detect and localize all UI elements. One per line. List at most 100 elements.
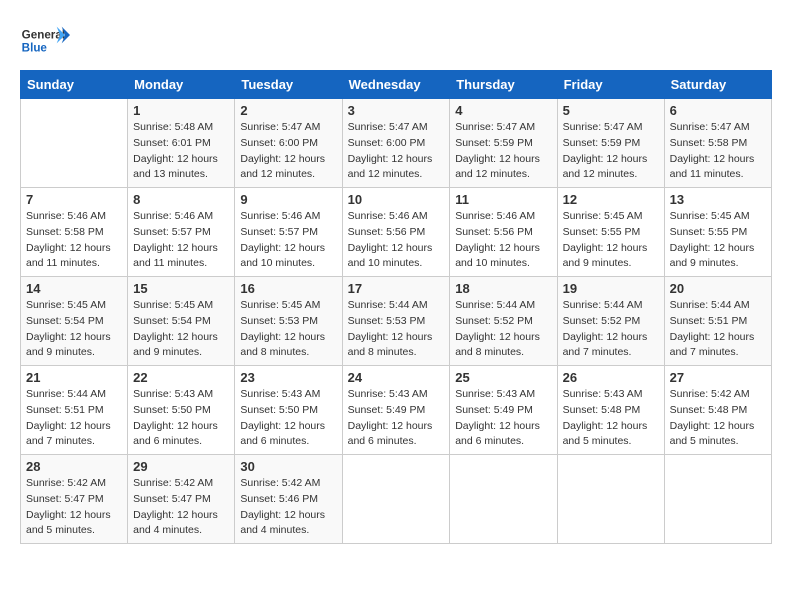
day-number: 7 — [26, 192, 122, 207]
header-cell-wednesday: Wednesday — [342, 71, 450, 99]
day-info: Sunrise: 5:42 AM Sunset: 5:48 PM Dayligh… — [670, 387, 766, 450]
day-number: 3 — [348, 103, 445, 118]
day-info: Sunrise: 5:44 AM Sunset: 5:51 PM Dayligh… — [26, 387, 122, 450]
day-number: 4 — [455, 103, 551, 118]
day-cell: 20Sunrise: 5:44 AM Sunset: 5:51 PM Dayli… — [664, 277, 771, 366]
day-number: 12 — [563, 192, 659, 207]
day-cell: 27 Sunrise: 5:42 AM Sunset: 5:48 PM Dayli… — [664, 366, 771, 455]
day-number: 30 — [240, 459, 336, 474]
calendar-body: 1Sunrise: 5:48 AM Sunset: 6:01 PM Daylig… — [21, 99, 772, 544]
day-info: Sunrise: 5:45 AM Sunset: 5:54 PM Dayligh… — [133, 298, 229, 361]
day-number: 21 — [26, 370, 122, 385]
day-info: Sunrise: 5:46 AM Sunset: 5:57 PM Dayligh… — [240, 209, 336, 272]
header-cell-sunday: Sunday — [21, 71, 128, 99]
day-cell: 28 Sunrise: 5:42 AM Sunset: 5:47 PM Dayli… — [21, 455, 128, 544]
day-cell: 19Sunrise: 5:44 AM Sunset: 5:52 PM Dayli… — [557, 277, 664, 366]
day-info: Sunrise: 5:43 AM Sunset: 5:50 PM Dayligh… — [133, 387, 229, 450]
header-cell-tuesday: Tuesday — [235, 71, 342, 99]
day-number: 28 — [26, 459, 122, 474]
logo: General Blue — [20, 20, 70, 60]
day-cell: 10 Sunrise: 5:46 AM Sunset: 5:56 PM Dayli… — [342, 188, 450, 277]
week-row-4: 21 Sunrise: 5:44 AM Sunset: 5:51 PM Dayli… — [21, 366, 772, 455]
day-info: Sunrise: 5:42 AM Sunset: 5:47 PM Dayligh… — [26, 476, 122, 539]
day-cell: 5 Sunrise: 5:47 AM Sunset: 5:59 PM Daylig… — [557, 99, 664, 188]
day-cell: 23 Sunrise: 5:43 AM Sunset: 5:50 PM Dayli… — [235, 366, 342, 455]
day-cell: 14 Sunrise: 5:45 AM Sunset: 5:54 PM Dayli… — [21, 277, 128, 366]
day-info: Sunrise: 5:45 AM Sunset: 5:55 PM Dayligh… — [670, 209, 766, 272]
header-cell-monday: Monday — [128, 71, 235, 99]
day-info: Sunrise: 5:44 AM Sunset: 5:53 PM Dayligh… — [348, 298, 445, 361]
calendar-header: SundayMondayTuesdayWednesdayThursdayFrid… — [21, 71, 772, 99]
day-number: 11 — [455, 192, 551, 207]
day-info: Sunrise: 5:45 AM Sunset: 5:53 PM Dayligh… — [240, 298, 336, 361]
day-cell — [21, 99, 128, 188]
day-number: 14 — [26, 281, 122, 296]
day-cell: 18 Sunrise: 5:44 AM Sunset: 5:52 PM Dayli… — [450, 277, 557, 366]
day-number: 25 — [455, 370, 551, 385]
day-info: Sunrise: 5:44 AM Sunset: 5:51 PM Dayligh… — [670, 298, 766, 361]
day-info: Sunrise: 5:45 AM Sunset: 5:54 PM Dayligh… — [26, 298, 122, 361]
day-cell: 16 Sunrise: 5:45 AM Sunset: 5:53 PM Dayli… — [235, 277, 342, 366]
logo-icon: General Blue — [20, 20, 70, 60]
day-number: 29 — [133, 459, 229, 474]
day-info: Sunrise: 5:43 AM Sunset: 5:50 PM Dayligh… — [240, 387, 336, 450]
day-cell: 30 Sunrise: 5:42 AM Sunset: 5:46 PM Dayli… — [235, 455, 342, 544]
day-cell: 1Sunrise: 5:48 AM Sunset: 6:01 PM Daylig… — [128, 99, 235, 188]
day-cell: 3 Sunrise: 5:47 AM Sunset: 6:00 PM Daylig… — [342, 99, 450, 188]
day-cell — [557, 455, 664, 544]
day-number: 8 — [133, 192, 229, 207]
day-number: 15 — [133, 281, 229, 296]
day-info: Sunrise: 5:43 AM Sunset: 5:49 PM Dayligh… — [348, 387, 445, 450]
day-cell: 26 Sunrise: 5:43 AM Sunset: 5:48 PM Dayli… — [557, 366, 664, 455]
day-cell: 8 Sunrise: 5:46 AM Sunset: 5:57 PM Daylig… — [128, 188, 235, 277]
day-cell: 12 Sunrise: 5:45 AM Sunset: 5:55 PM Dayli… — [557, 188, 664, 277]
day-cell: 29Sunrise: 5:42 AM Sunset: 5:47 PM Dayli… — [128, 455, 235, 544]
day-cell: 6Sunrise: 5:47 AM Sunset: 5:58 PM Daylig… — [664, 99, 771, 188]
day-number: 27 — [670, 370, 766, 385]
day-cell — [450, 455, 557, 544]
svg-text:Blue: Blue — [22, 42, 48, 55]
day-cell: 11 Sunrise: 5:46 AM Sunset: 5:56 PM Dayli… — [450, 188, 557, 277]
day-info: Sunrise: 5:43 AM Sunset: 5:48 PM Dayligh… — [563, 387, 659, 450]
day-number: 18 — [455, 281, 551, 296]
day-cell: 24Sunrise: 5:43 AM Sunset: 5:49 PM Dayli… — [342, 366, 450, 455]
day-cell: 22 Sunrise: 5:43 AM Sunset: 5:50 PM Dayli… — [128, 366, 235, 455]
header-cell-saturday: Saturday — [664, 71, 771, 99]
day-info: Sunrise: 5:43 AM Sunset: 5:49 PM Dayligh… — [455, 387, 551, 450]
day-info: Sunrise: 5:46 AM Sunset: 5:58 PM Dayligh… — [26, 209, 122, 272]
week-row-3: 14 Sunrise: 5:45 AM Sunset: 5:54 PM Dayli… — [21, 277, 772, 366]
day-number: 9 — [240, 192, 336, 207]
day-number: 2 — [240, 103, 336, 118]
day-number: 19 — [563, 281, 659, 296]
day-number: 13 — [670, 192, 766, 207]
day-info: Sunrise: 5:45 AM Sunset: 5:55 PM Dayligh… — [563, 209, 659, 272]
day-number: 10 — [348, 192, 445, 207]
day-cell: 25 Sunrise: 5:43 AM Sunset: 5:49 PM Dayli… — [450, 366, 557, 455]
day-cell: 21 Sunrise: 5:44 AM Sunset: 5:51 PM Dayli… — [21, 366, 128, 455]
day-info: Sunrise: 5:42 AM Sunset: 5:46 PM Dayligh… — [240, 476, 336, 539]
day-info: Sunrise: 5:46 AM Sunset: 5:57 PM Dayligh… — [133, 209, 229, 272]
day-cell — [342, 455, 450, 544]
day-info: Sunrise: 5:46 AM Sunset: 5:56 PM Dayligh… — [455, 209, 551, 272]
day-info: Sunrise: 5:47 AM Sunset: 5:59 PM Dayligh… — [563, 120, 659, 183]
day-cell: 2 Sunrise: 5:47 AM Sunset: 6:00 PM Daylig… — [235, 99, 342, 188]
week-row-1: 1Sunrise: 5:48 AM Sunset: 6:01 PM Daylig… — [21, 99, 772, 188]
day-number: 16 — [240, 281, 336, 296]
day-info: Sunrise: 5:47 AM Sunset: 6:00 PM Dayligh… — [348, 120, 445, 183]
day-info: Sunrise: 5:46 AM Sunset: 5:56 PM Dayligh… — [348, 209, 445, 272]
day-cell: 9 Sunrise: 5:46 AM Sunset: 5:57 PM Daylig… — [235, 188, 342, 277]
day-number: 23 — [240, 370, 336, 385]
day-number: 5 — [563, 103, 659, 118]
page-header: General Blue — [20, 20, 772, 60]
header-row: SundayMondayTuesdayWednesdayThursdayFrid… — [21, 71, 772, 99]
calendar-table: SundayMondayTuesdayWednesdayThursdayFrid… — [20, 70, 772, 544]
day-info: Sunrise: 5:47 AM Sunset: 5:59 PM Dayligh… — [455, 120, 551, 183]
week-row-2: 7 Sunrise: 5:46 AM Sunset: 5:58 PM Daylig… — [21, 188, 772, 277]
week-row-5: 28 Sunrise: 5:42 AM Sunset: 5:47 PM Dayli… — [21, 455, 772, 544]
day-info: Sunrise: 5:47 AM Sunset: 5:58 PM Dayligh… — [670, 120, 766, 183]
day-number: 22 — [133, 370, 229, 385]
day-number: 26 — [563, 370, 659, 385]
day-cell: 13 Sunrise: 5:45 AM Sunset: 5:55 PM Dayli… — [664, 188, 771, 277]
day-info: Sunrise: 5:44 AM Sunset: 5:52 PM Dayligh… — [455, 298, 551, 361]
day-info: Sunrise: 5:47 AM Sunset: 6:00 PM Dayligh… — [240, 120, 336, 183]
